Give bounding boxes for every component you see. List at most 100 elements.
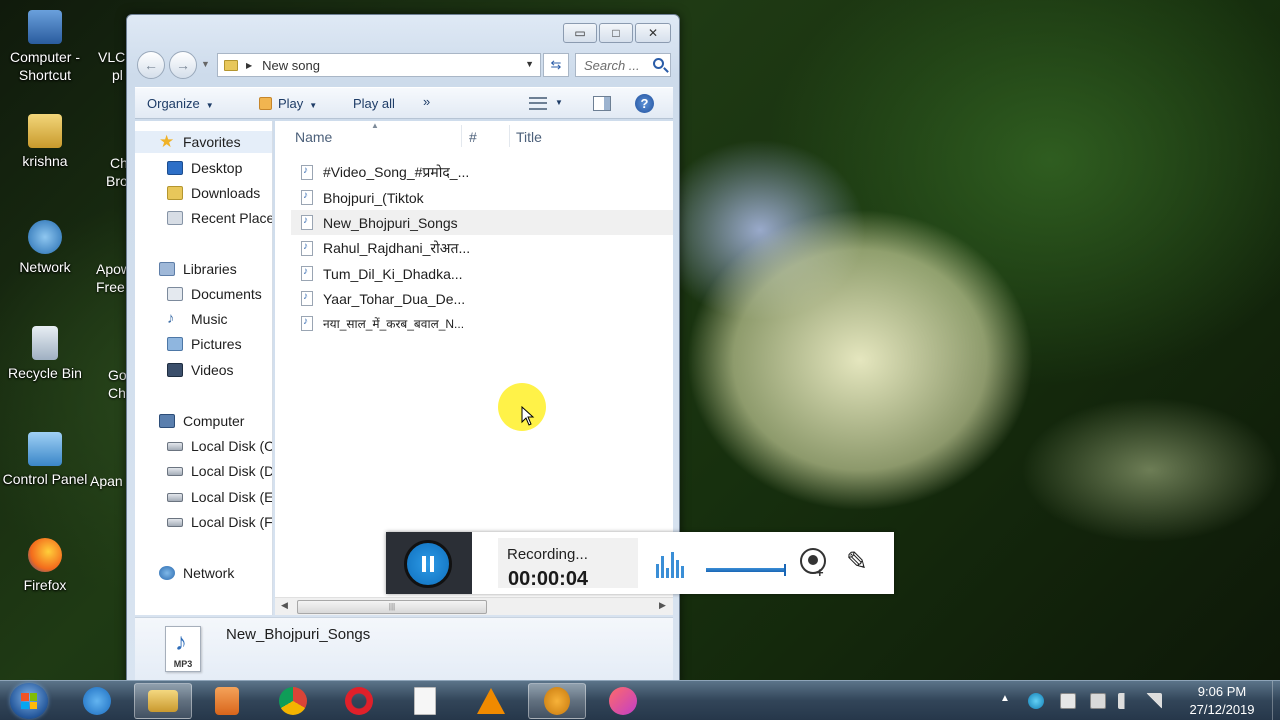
refresh-button[interactable]: ⇆	[543, 53, 569, 77]
command-bar: Organize ▼ Play ▼ Play all » ▼ ?	[135, 87, 673, 119]
nav-item-music[interactable]: ♪ Music	[135, 308, 272, 330]
taskbar-media-player[interactable]	[198, 683, 256, 719]
preview-pane-icon[interactable]	[593, 96, 611, 111]
libraries-icon	[159, 262, 175, 276]
column-divider[interactable]	[509, 125, 510, 147]
play-all-button[interactable]: Play all	[353, 96, 395, 111]
nav-item-favorites[interactable]: ★ Favorites	[135, 131, 272, 153]
chrome-icon	[279, 687, 307, 715]
nav-item-disk-c[interactable]: Local Disk (C:	[135, 435, 272, 457]
horizontal-scrollbar[interactable]: ◀ ||| ▶	[275, 597, 673, 615]
network-status-icon[interactable]	[1146, 693, 1162, 709]
nav-item-disk-e[interactable]: Local Disk (E:	[135, 486, 272, 508]
column-header-number[interactable]: #	[469, 129, 477, 145]
taskbar-chrome[interactable]	[264, 683, 322, 719]
desktop-icon-vlc-partial[interactable]: VLC pl	[98, 48, 125, 84]
clock[interactable]: 9:06 PM 27/12/2019	[1182, 683, 1262, 719]
network-globe-icon	[159, 566, 175, 580]
organize-button[interactable]: Organize ▼	[147, 96, 214, 111]
mp3-file-icon: ♪ MP3	[165, 626, 201, 672]
nav-item-computer[interactable]: Computer	[135, 410, 272, 432]
nav-item-network[interactable]: Network	[135, 562, 272, 584]
nav-item-pictures[interactable]: Pictures	[135, 333, 272, 355]
nav-item-documents[interactable]: Documents	[135, 283, 272, 305]
taskbar-fl-studio[interactable]	[528, 683, 586, 719]
details-file-name: New_Bhojpuri_Songs	[226, 626, 371, 643]
music-note-icon: ♪	[167, 310, 175, 327]
navigation-bar: ← → ▼ ▶ New song ▼ ⇆ Search ...	[137, 51, 671, 79]
forward-button[interactable]: →	[169, 51, 197, 79]
audio-level-icon[interactable]	[656, 548, 686, 578]
search-input[interactable]: Search ...	[575, 53, 671, 77]
taskbar-recorder-app[interactable]	[594, 683, 652, 719]
desktop-icon-krishna[interactable]: krishna	[0, 114, 90, 170]
nav-item-recent-places[interactable]: Recent Places	[135, 207, 272, 229]
file-item-selected[interactable]: New_Bhojpuri_Songs	[291, 210, 673, 235]
maximize-button[interactable]: □	[599, 23, 633, 43]
audio-file-icon	[301, 266, 313, 281]
pause-button[interactable]	[404, 540, 452, 588]
volume-slider[interactable]	[706, 564, 786, 576]
taskbar-opera[interactable]	[330, 683, 388, 719]
column-divider[interactable]	[461, 125, 462, 147]
nav-item-libraries[interactable]: Libraries	[135, 258, 272, 280]
nav-item-disk-f[interactable]: Local Disk (F:	[135, 511, 272, 533]
scrollbar-thumb[interactable]: |||	[297, 600, 487, 614]
nav-item-desktop[interactable]: Desktop	[135, 157, 272, 179]
volume-icon[interactable]	[1118, 693, 1134, 709]
nav-item-downloads[interactable]: Downloads	[135, 182, 272, 204]
pencil-icon[interactable]: ✎	[846, 548, 868, 574]
desktop-icon-recycle-bin[interactable]: Recycle Bin	[0, 326, 90, 382]
file-item[interactable]: Rahul_Rajdhani_रोअत...	[291, 236, 671, 261]
audio-file-icon	[301, 241, 313, 256]
refresh-icon: ⇆	[550, 57, 562, 72]
file-item[interactable]: Yaar_Tohar_Dua_De...	[291, 286, 671, 311]
tray-app-icon[interactable]	[1028, 693, 1044, 709]
taskbar-vlc[interactable]	[462, 683, 520, 719]
back-button[interactable]: ←	[137, 51, 165, 79]
search-icon[interactable]	[653, 58, 664, 69]
file-item[interactable]: नया_साल_में_करब_बवाल_N...	[291, 311, 671, 336]
view-dropdown-icon[interactable]: ▼	[555, 98, 563, 107]
nav-item-disk-d[interactable]: Local Disk (D	[135, 460, 272, 482]
desktop-icon-apan-partial[interactable]: Apan	[90, 472, 123, 490]
address-path[interactable]: New song	[262, 58, 320, 73]
file-item[interactable]: Bhojpuri_(Tiktok	[291, 185, 671, 210]
nav-item-videos[interactable]: Videos	[135, 359, 272, 381]
taskbar-internet-explorer[interactable]	[68, 683, 126, 719]
column-header-name[interactable]: Name	[295, 129, 332, 145]
action-center-flag-icon[interactable]	[1090, 693, 1106, 709]
file-item[interactable]: Tum_Dil_Ki_Dhadka...	[291, 261, 671, 286]
recent-pages-dropdown[interactable]: ▼	[201, 59, 210, 69]
add-webcam-icon: +	[816, 565, 824, 580]
taskbar-notepad[interactable]	[396, 683, 454, 719]
change-view-icon[interactable]	[529, 97, 547, 110]
help-icon[interactable]: ?	[635, 94, 654, 113]
address-dropdown-icon[interactable]: ▼	[525, 59, 534, 69]
folder-icon	[148, 690, 178, 712]
opera-icon	[345, 687, 373, 715]
scroll-left-icon[interactable]: ◀	[281, 600, 288, 611]
close-button[interactable]: ✕	[635, 23, 671, 43]
tray-device-icon[interactable]	[1060, 693, 1076, 709]
address-bar[interactable]: ▶ New song ▼	[217, 53, 541, 77]
desktop-icon-computer-shortcut[interactable]: Computer - Shortcut	[0, 10, 90, 84]
show-desktop-button[interactable]	[1272, 681, 1280, 720]
recorder-app-icon	[609, 687, 637, 715]
desktop-icon-control-panel[interactable]: Control Panel	[0, 432, 90, 488]
scroll-right-icon[interactable]: ▶	[659, 600, 666, 611]
taskbar-windows-explorer[interactable]	[134, 683, 192, 719]
folder-icon	[224, 59, 238, 71]
audio-file-icon	[301, 165, 313, 180]
show-hidden-icons-icon[interactable]: ▲	[1000, 693, 1016, 709]
file-item[interactable]: #Video_Song_#प्रमोद_...	[291, 160, 671, 185]
taskbar: ▲ 9:06 PM 27/12/2019	[0, 680, 1280, 720]
minimize-button[interactable]: ▭	[563, 23, 597, 43]
play-button[interactable]: Play ▼	[259, 96, 317, 111]
desktop-icon-firefox[interactable]: Firefox	[0, 538, 90, 594]
more-commands-button[interactable]: »	[423, 94, 430, 109]
start-button[interactable]	[10, 683, 48, 719]
desktop-icon-network[interactable]: Network	[0, 220, 90, 276]
column-header-title[interactable]: Title	[516, 129, 542, 145]
breadcrumb-chevron-icon[interactable]: ▶	[246, 61, 252, 70]
